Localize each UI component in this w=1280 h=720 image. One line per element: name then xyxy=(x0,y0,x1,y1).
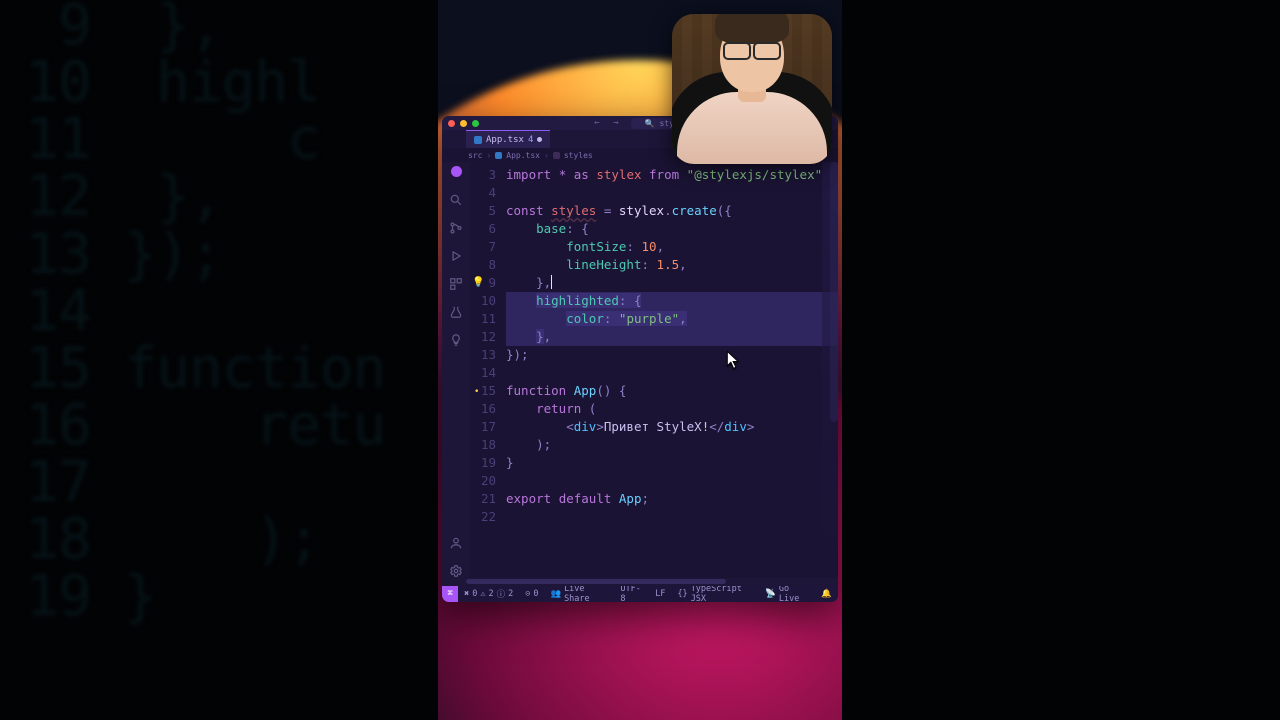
line-number: 17 xyxy=(470,418,506,436)
scrollbar-thumb[interactable] xyxy=(466,579,726,584)
status-bar: ⌘ ✖0 ⚠2 ⓘ2 ⊝ 0 👥 Live Share UTF-8 LF {} … xyxy=(442,586,838,602)
line-number: 9 xyxy=(470,274,506,292)
breadcrumb-folder[interactable]: src xyxy=(468,151,482,160)
presenter-webcam xyxy=(672,14,832,164)
line-number: 20 xyxy=(470,472,506,490)
notifications-bell-icon[interactable]: 🔔 xyxy=(815,589,838,599)
code-editor[interactable]: 3import * as stylex from "@stylexjs/styl… xyxy=(470,162,838,578)
line-number: 12 xyxy=(470,328,506,346)
vertical-scrollbar[interactable] xyxy=(830,162,838,422)
profile-badge[interactable] xyxy=(451,166,462,177)
go-live-button[interactable]: 📡 Go Live xyxy=(759,584,815,602)
eol-indicator[interactable]: LF xyxy=(649,589,671,599)
line-number: 21 xyxy=(470,490,506,508)
line-number: 18 xyxy=(470,436,506,454)
remote-indicator[interactable]: ⌘ xyxy=(442,586,458,602)
source-control-icon[interactable] xyxy=(449,221,463,235)
tab-dirty-indicator xyxy=(537,137,542,142)
accounts-icon[interactable] xyxy=(449,536,463,550)
line-number: 10 xyxy=(470,292,506,310)
run-debug-icon[interactable] xyxy=(449,249,463,263)
line-number: 15 xyxy=(470,382,506,400)
vscode-window: ← → 🔍 styles dev App.tsx 4 src › App.tsx… xyxy=(442,116,838,602)
line-number: 6 xyxy=(470,220,506,238)
line-number: 8 xyxy=(470,256,506,274)
line-number: 7 xyxy=(470,238,506,256)
encoding-indicator[interactable]: UTF-8 xyxy=(614,584,649,602)
symbol-icon xyxy=(553,152,560,159)
line-number: 13 xyxy=(470,346,506,364)
line-number: 14 xyxy=(470,364,506,382)
vertical-video-strip: ← → 🔍 styles dev App.tsx 4 src › App.tsx… xyxy=(438,0,842,720)
tab-filename: App.tsx xyxy=(486,135,524,145)
line-number: 4 xyxy=(470,184,506,202)
line-number: 3 xyxy=(470,166,506,184)
breadcrumb-symbol[interactable]: styles xyxy=(564,151,593,160)
live-share-button[interactable]: 👥 Live Share xyxy=(544,584,614,602)
line-number: 22 xyxy=(470,508,506,526)
breadcrumb-file[interactable]: App.tsx xyxy=(506,151,540,160)
zoom-traffic-light[interactable] xyxy=(472,120,479,127)
testing-icon[interactable] xyxy=(449,305,463,319)
search-icon[interactable] xyxy=(449,193,463,207)
nav-back-forward[interactable]: ← → xyxy=(594,118,622,128)
typescript-file-icon xyxy=(474,136,482,144)
ports-indicator[interactable]: ⊝ 0 xyxy=(519,589,544,599)
gear-icon[interactable] xyxy=(449,564,463,578)
tab-problem-count: 4 xyxy=(528,135,533,145)
extensions-icon[interactable] xyxy=(449,277,463,291)
lightbulb-icon[interactable] xyxy=(449,333,463,347)
background-code-ghost: 9 }, 10 highl 11 c 12 }, 13 }); 14 15 fu… xyxy=(0,0,385,682)
close-traffic-light[interactable] xyxy=(448,120,455,127)
problems-indicator[interactable]: ✖0 ⚠2 ⓘ2 xyxy=(458,588,519,600)
language-mode[interactable]: {} TypeScript JSX xyxy=(671,584,759,602)
horizontal-scrollbar[interactable] xyxy=(442,578,838,586)
minimize-traffic-light[interactable] xyxy=(460,120,467,127)
typescript-file-icon xyxy=(495,152,502,159)
text-cursor xyxy=(551,275,552,289)
tab-app-tsx[interactable]: App.tsx 4 xyxy=(466,130,550,148)
line-number: 11 xyxy=(470,310,506,328)
line-number: 5 xyxy=(470,202,506,220)
line-number: 16 xyxy=(470,400,506,418)
line-number: 19 xyxy=(470,454,506,472)
activity-bar xyxy=(442,162,470,578)
code-lines[interactable]: 3import * as stylex from "@stylexjs/styl… xyxy=(470,162,838,526)
